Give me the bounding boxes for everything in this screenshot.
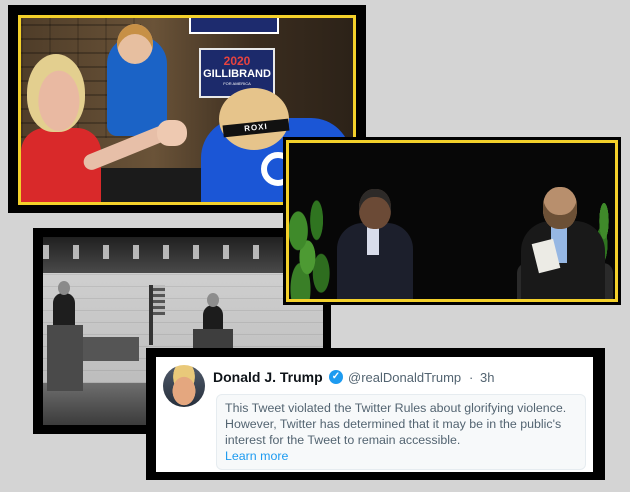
rules-violation-notice: This Tweet violated the Twitter Rules ab…	[216, 394, 586, 470]
tweet-panel: Donald J. Trump ✓ @realDonaldTrump · 3h …	[146, 348, 605, 480]
guest-shirt	[367, 225, 379, 255]
clasped-hands	[157, 120, 187, 146]
tweet-separator: ·	[469, 370, 474, 385]
guest-head	[359, 189, 391, 229]
learn-more-link[interactable]: Learn more	[225, 448, 577, 464]
spectator-head	[117, 24, 153, 64]
tweet-timestamp[interactable]: 3h	[480, 370, 494, 385]
avatar[interactable]	[163, 365, 205, 407]
interview-photo	[286, 140, 618, 302]
campaign-sign-sub: FOR AMERICA	[223, 81, 251, 86]
studio-lights	[43, 245, 323, 259]
campaign-sign-top	[189, 18, 279, 34]
interview-panel	[283, 137, 621, 305]
woman-head	[27, 54, 85, 132]
tweet-handle[interactable]: @realDonaldTrump	[348, 370, 461, 385]
podium-left	[47, 325, 83, 391]
campaign-sign-year: 2020	[223, 54, 251, 68]
flag	[149, 285, 165, 345]
collage: 2020 GILLIBRAND FOR AMERICA ROXI Donald …	[0, 0, 630, 492]
host-head	[543, 187, 577, 229]
tweet-display-name[interactable]: Donald J. Trump	[213, 369, 323, 385]
fern-plant	[289, 199, 335, 299]
notice-text: This Tweet violated the Twitter Rules ab…	[225, 401, 567, 447]
tweet-card: Donald J. Trump ✓ @realDonaldTrump · 3h …	[156, 357, 593, 472]
verified-badge-icon: ✓	[329, 370, 343, 384]
moderator-desk	[83, 337, 139, 361]
campaign-sign-name: GILLIBRAND	[203, 68, 271, 80]
